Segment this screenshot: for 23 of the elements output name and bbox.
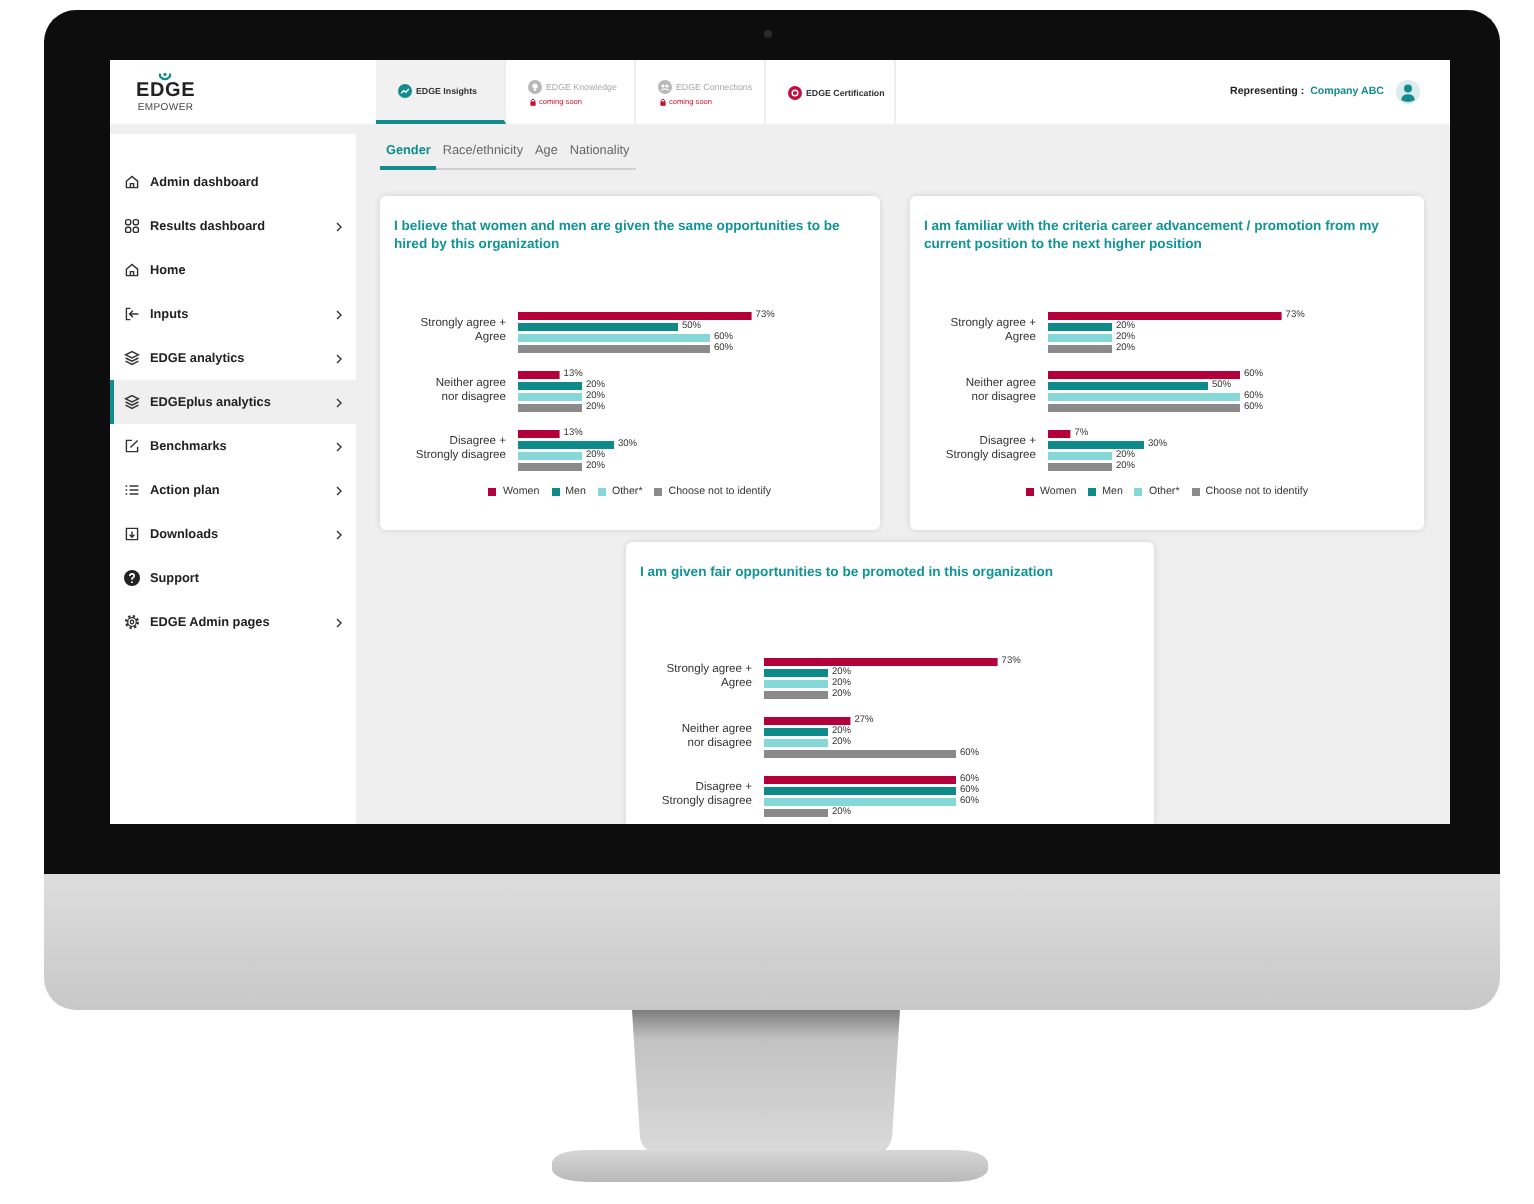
settings-icon bbox=[124, 614, 140, 630]
layers-icon bbox=[124, 394, 140, 410]
chevron-icon bbox=[336, 309, 342, 319]
chevron-icon bbox=[336, 485, 342, 495]
chevron-icon bbox=[336, 529, 342, 539]
house-icon bbox=[124, 174, 140, 190]
chevron-icon bbox=[336, 221, 342, 231]
grid-icon bbox=[124, 218, 140, 234]
help-icon bbox=[124, 570, 140, 586]
house-icon bbox=[124, 262, 140, 278]
layers-icon bbox=[124, 350, 140, 366]
chevron-icon bbox=[336, 397, 342, 407]
sign-in-icon bbox=[124, 306, 140, 322]
avatar-icon[interactable] bbox=[1396, 80, 1420, 104]
chevron-icon bbox=[336, 353, 342, 363]
download-icon bbox=[124, 526, 140, 542]
list-icon bbox=[124, 482, 140, 498]
lock-icon bbox=[660, 97, 666, 105]
chevron-icon bbox=[336, 617, 342, 627]
lock-icon bbox=[530, 97, 536, 105]
logo-wordmark: EDGE bbox=[136, 81, 196, 101]
chevron-icon bbox=[336, 441, 342, 451]
logo-mark-icon bbox=[158, 71, 173, 81]
